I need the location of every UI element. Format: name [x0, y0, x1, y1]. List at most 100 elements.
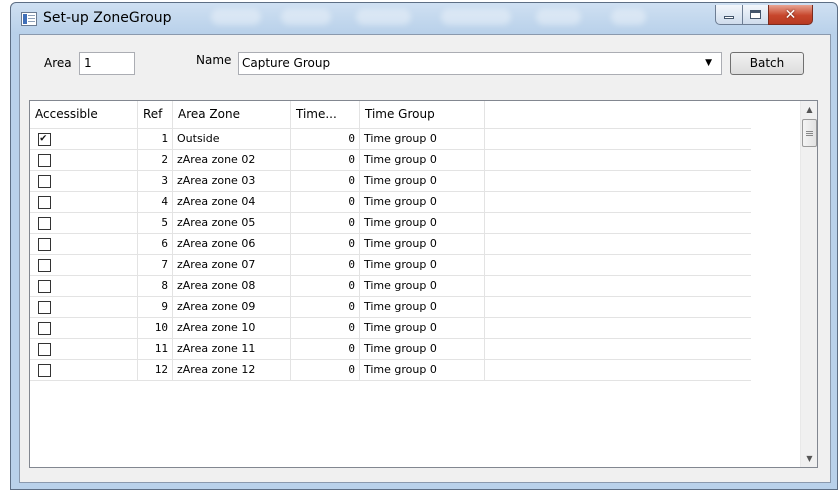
filler-cell	[485, 255, 751, 276]
checkbox-unchecked-icon[interactable]	[38, 196, 51, 209]
table-row[interactable]: 3 zArea zone 03 0 Time group 0	[30, 171, 751, 192]
column-header-ref[interactable]: Ref	[138, 101, 173, 129]
time-group-cell: Time group 0	[360, 234, 485, 255]
title-bar[interactable]: Set-up ZoneGroup ✕	[11, 3, 837, 37]
maximize-button[interactable]	[742, 5, 769, 25]
time-group-cell: Time group 0	[360, 360, 485, 381]
checkbox-unchecked-icon[interactable]	[38, 364, 51, 377]
table-row[interactable]: 4 zArea zone 04 0 Time group 0	[30, 192, 751, 213]
blurred-background-text	[441, 9, 511, 25]
grip-icon	[806, 132, 813, 134]
area-zone-cell: Outside	[173, 129, 291, 150]
time-cell: 0	[291, 234, 360, 255]
area-zone-cell: zArea zone 07	[173, 255, 291, 276]
accessible-cell	[30, 318, 138, 339]
time-cell: 0	[291, 255, 360, 276]
table-row[interactable]: 5 zArea zone 05 0 Time group 0	[30, 213, 751, 234]
app-window-icon[interactable]	[21, 12, 37, 26]
checkbox-unchecked-icon[interactable]	[38, 322, 51, 335]
area-zone-cell: zArea zone 06	[173, 234, 291, 255]
area-zone-cell: zArea zone 05	[173, 213, 291, 234]
time-cell: 0	[291, 276, 360, 297]
column-header-time-group[interactable]: Time Group	[360, 101, 485, 129]
ref-cell: 10	[138, 318, 173, 339]
time-cell: 0	[291, 318, 360, 339]
filler-cell	[485, 171, 751, 192]
table-row[interactable]: 2 zArea zone 02 0 Time group 0	[30, 150, 751, 171]
ref-cell: 5	[138, 213, 173, 234]
scroll-up-arrow-icon[interactable]: ▲	[801, 101, 817, 118]
time-group-cell: Time group 0	[360, 297, 485, 318]
accessible-cell	[30, 213, 138, 234]
grid-header: Accessible Ref Area Zone Time... Time Gr…	[30, 101, 751, 129]
column-header-time[interactable]: Time...	[291, 101, 360, 129]
window-title: Set-up ZoneGroup	[43, 10, 172, 26]
accessible-cell	[30, 360, 138, 381]
table-row[interactable]: 8 zArea zone 08 0 Time group 0	[30, 276, 751, 297]
accessible-cell	[30, 297, 138, 318]
minimize-icon	[724, 16, 734, 19]
ref-cell: 2	[138, 150, 173, 171]
checkbox-unchecked-icon[interactable]	[38, 154, 51, 167]
filler-cell	[485, 297, 751, 318]
grid-rows: 1Outside0Time group 02zArea zone 020Time…	[30, 129, 751, 381]
blurred-background-text	[536, 9, 581, 25]
filler-cell	[485, 234, 751, 255]
checkbox-unchecked-icon[interactable]	[38, 238, 51, 251]
table-row[interactable]: 11 zArea zone 11 0 Time group 0	[30, 339, 751, 360]
area-zone-cell: zArea zone 08	[173, 276, 291, 297]
column-header-accessible[interactable]: Accessible	[30, 101, 138, 129]
time-group-cell: Time group 0	[360, 129, 485, 150]
time-cell: 0	[291, 339, 360, 360]
ref-cell: 8	[138, 276, 173, 297]
time-group-cell: Time group 0	[360, 171, 485, 192]
batch-button[interactable]: Batch	[730, 52, 804, 75]
checkbox-unchecked-icon[interactable]	[38, 301, 51, 314]
table-row[interactable]: 12 zArea zone 12 0 Time group 0	[30, 360, 751, 381]
chevron-down-icon[interactable]: ▼	[705, 58, 712, 68]
time-group-cell: Time group 0	[360, 150, 485, 171]
close-button[interactable]: ✕	[768, 5, 813, 25]
table-row[interactable]: 10 zArea zone 10 0 Time group 0	[30, 318, 751, 339]
close-icon: ✕	[784, 6, 797, 23]
scroll-down-arrow-icon[interactable]: ▼	[801, 450, 817, 467]
ref-cell: 3	[138, 171, 173, 192]
maximize-icon	[750, 10, 761, 19]
ref-cell: 7	[138, 255, 173, 276]
name-combobox[interactable]: Capture Group ▼	[238, 52, 722, 75]
table-row[interactable]: 7 zArea zone 07 0 Time group 0	[30, 255, 751, 276]
table-row[interactable]: 1Outside0Time group 0	[30, 129, 751, 150]
filler-cell	[485, 213, 751, 234]
name-label: Name	[196, 53, 232, 67]
area-zone-cell: zArea zone 12	[173, 360, 291, 381]
area-input[interactable]: 1	[79, 52, 135, 75]
checkbox-checked-icon[interactable]	[38, 131, 51, 146]
ref-cell: 9	[138, 297, 173, 318]
area-zone-cell: zArea zone 03	[173, 171, 291, 192]
ref-cell: 1	[138, 129, 173, 150]
checkbox-unchecked-icon[interactable]	[38, 175, 51, 188]
area-zone-cell: zArea zone 04	[173, 192, 291, 213]
checkbox-unchecked-icon[interactable]	[38, 343, 51, 356]
column-header-area-zone[interactable]: Area Zone	[173, 101, 291, 129]
minimize-button[interactable]	[715, 5, 743, 25]
time-cell: 0	[291, 192, 360, 213]
scrollbar-thumb[interactable]	[802, 119, 817, 147]
checkbox-unchecked-icon[interactable]	[38, 259, 51, 272]
time-cell: 0	[291, 360, 360, 381]
time-cell: 0	[291, 213, 360, 234]
time-group-cell: Time group 0	[360, 192, 485, 213]
table-row[interactable]: 9 zArea zone 09 0 Time group 0	[30, 297, 751, 318]
checkbox-unchecked-icon[interactable]	[38, 280, 51, 293]
table-row[interactable]: 6 zArea zone 06 0 Time group 0	[30, 234, 751, 255]
accessible-cell	[30, 255, 138, 276]
blurred-background-text	[281, 9, 331, 25]
area-zone-cell: zArea zone 10	[173, 318, 291, 339]
time-group-cell: Time group 0	[360, 255, 485, 276]
column-header-filler	[485, 101, 751, 129]
time-cell: 0	[291, 171, 360, 192]
time-cell: 0	[291, 297, 360, 318]
checkbox-unchecked-icon[interactable]	[38, 217, 51, 230]
area-zone-cell: zArea zone 09	[173, 297, 291, 318]
vertical-scrollbar[interactable]: ▲ ▼	[800, 101, 817, 467]
